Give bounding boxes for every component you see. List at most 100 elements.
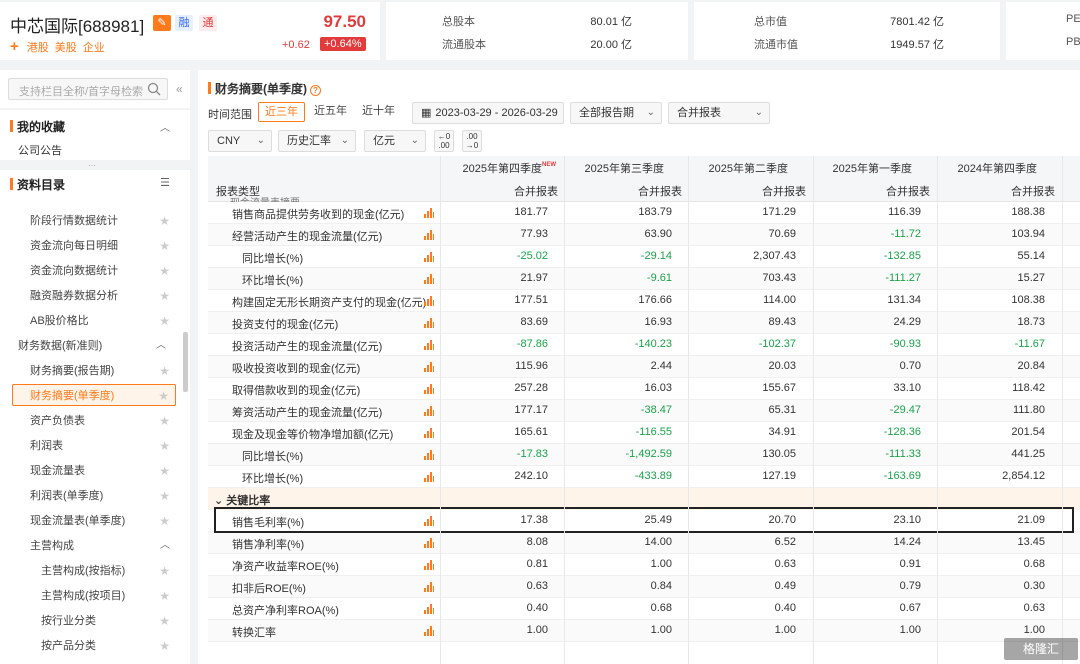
range-5y-button[interactable]: 近五年 (308, 102, 353, 122)
table-cell: -9.61 (646, 272, 672, 284)
stat-label: 总股本 (442, 16, 475, 28)
sidebar-item[interactable]: 资金流向数据统计 ★ (12, 260, 176, 282)
sidebar-item[interactable]: 主营构成(按项目) ★ (12, 585, 176, 607)
table-cell: 34.91 (768, 426, 796, 438)
sidebar-item[interactable]: 资金流向每日明细 ★ (12, 235, 176, 257)
market-link-company[interactable]: 企业 (83, 39, 105, 55)
search-input[interactable]: 支持栏目全称/首字母检索 (8, 78, 168, 100)
sidebar-item[interactable]: 现金流量表(单季度) ★ (12, 510, 176, 532)
stock-name[interactable]: 中芯国际[688981] (10, 12, 144, 37)
bar-chart-icon[interactable] (424, 229, 434, 240)
bar-chart-icon[interactable] (424, 207, 434, 218)
bar-chart-icon[interactable] (424, 383, 434, 394)
edit-icon[interactable]: ✎ (153, 15, 171, 31)
market-link-us[interactable]: 美股 (55, 39, 77, 55)
column-type: 合并报表 (762, 186, 806, 198)
range-3y-button[interactable]: 近三年 (258, 102, 305, 122)
table-cell: 115.96 (515, 360, 548, 372)
collapse-sidebar-icon[interactable]: « (176, 82, 183, 96)
star-icon[interactable]: ★ (159, 410, 170, 432)
row-label: 取得借款收到的现金(亿元) (232, 385, 361, 397)
fx-select[interactable]: 历史汇率 ⌄ (278, 130, 356, 152)
add-icon[interactable]: + (10, 38, 19, 55)
list-icon[interactable]: ☰ (160, 176, 170, 189)
sidebar-item[interactable]: 按产品分类 ★ (12, 635, 176, 657)
table-cell: -29.47 (889, 404, 921, 416)
decrease-decimals-button[interactable]: ←0 .00 (434, 130, 454, 152)
star-icon[interactable]: ★ (159, 460, 170, 482)
sidebar-item[interactable]: 资产负债表 ★ (12, 410, 176, 432)
favorite-item[interactable]: 公司公告 (18, 142, 62, 158)
table-cell: 242.10 (514, 470, 548, 482)
star-icon[interactable]: ★ (159, 285, 170, 307)
table-cell: 8.08 (526, 536, 548, 548)
bar-chart-icon[interactable] (424, 581, 434, 592)
chevron-up-icon[interactable]: ︿ (156, 335, 166, 357)
sidebar-item[interactable]: 阶段行情数据统计 ★ (12, 210, 176, 232)
bar-chart-icon[interactable] (424, 317, 434, 328)
star-icon[interactable]: ★ (159, 635, 170, 657)
table-cell: -140.23 (634, 338, 672, 350)
sidebar-group-financial[interactable]: 财务数据(新准则) ︿ (8, 335, 172, 357)
range-10y-button[interactable]: 近十年 (356, 102, 401, 122)
sidebar-item[interactable]: 财务摘要(报告期) ★ (12, 360, 176, 382)
report-type-select[interactable]: 合并报表 ⌄ (668, 102, 770, 124)
star-icon[interactable]: ★ (159, 210, 170, 232)
star-icon[interactable]: ★ (159, 235, 170, 257)
bar-chart-icon[interactable] (424, 449, 434, 460)
table-cell: 171.29 (762, 206, 796, 218)
star-icon[interactable]: ★ (159, 260, 170, 282)
sidebar-group-business[interactable]: 主营构成 ︿ (12, 535, 176, 557)
bar-chart-icon[interactable] (424, 471, 434, 482)
drag-handle-icon[interactable]: ⋯ (88, 161, 96, 170)
sidebar-item[interactable]: 融资融券数据分析 ★ (12, 285, 176, 307)
star-icon[interactable]: ★ (159, 510, 170, 532)
sidebar-item-active[interactable]: 财务摘要(单季度) ★ (12, 384, 176, 406)
valuation-card: PE PB (1006, 2, 1080, 60)
info-icon[interactable]: ? (310, 85, 321, 96)
table-cell: 2,854.12 (1002, 470, 1045, 482)
bar-chart-icon[interactable] (424, 625, 434, 636)
star-icon[interactable]: ★ (159, 485, 170, 507)
sidebar-item[interactable]: 现金流量表 ★ (12, 460, 176, 482)
date-range-picker[interactable]: ▦ 2023-03-29 - 2026-03-29 (412, 102, 564, 124)
star-icon[interactable]: ★ (158, 385, 169, 407)
sidebar-item[interactable]: 利润表(单季度) ★ (12, 485, 176, 507)
divider (1062, 156, 1063, 664)
increase-decimals-button[interactable]: .00 →0 (462, 130, 482, 152)
star-icon[interactable]: ★ (159, 585, 170, 607)
bar-chart-icon[interactable] (424, 537, 434, 548)
sidebar-scrollbar[interactable] (183, 332, 188, 392)
bar-chart-icon[interactable] (424, 405, 434, 416)
sidebar-item[interactable]: 主营构成(按指标) ★ (12, 560, 176, 582)
row-label: 转换汇率 (232, 627, 276, 639)
unit-select[interactable]: 亿元 ⌄ (364, 130, 426, 152)
bar-chart-icon[interactable] (424, 361, 434, 372)
bar-chart-icon[interactable] (424, 251, 434, 262)
table-cell: 188.38 (1011, 206, 1045, 218)
bar-chart-icon[interactable] (424, 273, 434, 284)
table-cell: 0.63 (526, 580, 548, 592)
bar-chart-icon[interactable] (424, 603, 434, 614)
table-cell: -17.83 (516, 448, 548, 460)
period-select[interactable]: 全部报告期 ⌄ (570, 102, 662, 124)
chevron-up-icon[interactable]: ︿ (160, 119, 170, 134)
star-icon[interactable]: ★ (159, 560, 170, 582)
market-link-hk[interactable]: 港股 (27, 39, 49, 55)
bar-chart-icon[interactable] (424, 427, 434, 438)
bar-chart-icon[interactable] (424, 295, 434, 306)
star-icon[interactable]: ★ (159, 610, 170, 632)
table-cell: 257.28 (514, 382, 548, 394)
star-icon[interactable]: ★ (159, 435, 170, 457)
sidebar-item[interactable]: 按行业分类 ★ (12, 610, 176, 632)
search-icon[interactable] (147, 82, 161, 96)
sidebar-item[interactable]: 利润表 ★ (12, 435, 176, 457)
currency-select[interactable]: CNY ⌄ (208, 130, 272, 152)
bar-chart-icon[interactable] (424, 559, 434, 570)
sidebar-item[interactable]: AB股价格比 ★ (12, 310, 176, 332)
bar-chart-icon[interactable] (424, 339, 434, 350)
star-icon[interactable]: ★ (159, 310, 170, 332)
row-label: 构建固定无形长期资产支付的现金(亿元) (232, 297, 427, 309)
star-icon[interactable]: ★ (159, 360, 170, 382)
chevron-up-icon[interactable]: ︿ (160, 535, 170, 557)
